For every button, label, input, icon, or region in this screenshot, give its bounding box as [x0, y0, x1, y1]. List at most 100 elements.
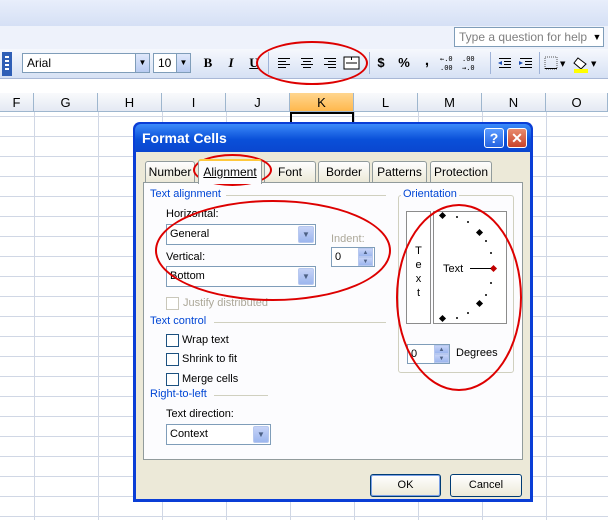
dial-dot [467, 221, 469, 223]
fill-color-icon[interactable]: ▼ [573, 57, 597, 73]
close-button[interactable]: ✕ [507, 128, 527, 148]
align-center-icon[interactable] [301, 58, 313, 68]
title-strip [0, 0, 608, 26]
column-header-f[interactable]: F [0, 93, 34, 112]
column-header-k[interactable]: K [290, 93, 354, 112]
alignment-buttons [278, 56, 360, 70]
orientation-group-label: Orientation [401, 188, 459, 200]
justify-distributed-checkbox[interactable] [166, 297, 179, 310]
formula-bar-gap [0, 79, 608, 93]
dial-text: Text [443, 263, 464, 275]
dial-dot [467, 312, 469, 314]
help-button[interactable]: ? [484, 128, 504, 148]
toolbar-right-icons: ←.0.00 .00→.0 ▼ ▼ [440, 52, 597, 74]
active-cell-outline [290, 112, 354, 122]
column-header-m[interactable]: M [418, 93, 482, 112]
text-control-group-label: Text control [148, 315, 209, 327]
bold-button[interactable]: B [197, 52, 219, 74]
group-divider [214, 322, 386, 323]
chevron-down-icon[interactable]: ▼ [253, 426, 269, 443]
svg-text:▼: ▼ [591, 60, 597, 68]
italic-button[interactable]: I [220, 52, 242, 74]
font-size-value: 10 [158, 56, 172, 70]
column-header-j[interactable]: J [226, 93, 290, 112]
ok-button[interactable]: OK [370, 474, 441, 497]
svg-text:←.0: ←.0 [440, 55, 453, 63]
text-direction-label: Text direction: [166, 408, 234, 420]
wrap-text-label: Wrap text [182, 334, 229, 346]
dialog-title: Format Cells [135, 124, 531, 152]
merge-center-icon[interactable] [343, 56, 360, 70]
borders-icon[interactable]: ▼ [544, 56, 566, 70]
spin-up-icon[interactable]: ▲ [434, 345, 449, 354]
cancel-button[interactable]: Cancel [450, 474, 522, 497]
vertical-select[interactable]: Bottom [166, 266, 316, 287]
tab-border[interactable]: Border [318, 161, 370, 182]
svg-text:.00: .00 [462, 55, 475, 63]
align-left-icon[interactable] [278, 58, 290, 68]
tab-protection[interactable]: Protection [430, 161, 492, 182]
dial-dot [456, 317, 458, 319]
underline-button[interactable]: U [243, 52, 265, 74]
decrease-decimal-icon[interactable]: .00→.0 [462, 55, 475, 72]
currency-button[interactable]: $ [370, 52, 392, 74]
svg-text:▼: ▼ [560, 60, 566, 68]
vertical-label: Vertical: [166, 251, 206, 263]
svg-text:→.0: →.0 [462, 64, 475, 72]
font-name-combo[interactable]: Arial [22, 53, 150, 73]
degrees-label: Degrees [456, 347, 498, 359]
right-to-left-group-label: Right-to-left [148, 388, 209, 400]
indent-value: 0 [335, 251, 342, 263]
horizontal-select[interactable]: General [166, 224, 316, 245]
wrap-text-checkbox[interactable] [166, 334, 179, 347]
comma-style-button[interactable]: , [416, 50, 438, 72]
chevron-down-icon[interactable]: ▼ [298, 268, 314, 285]
tab-alignment-label: Alignment [203, 165, 257, 179]
column-header-o[interactable]: O [546, 93, 608, 112]
merge-cells-label: Merge cells [182, 373, 239, 385]
merge-cells-checkbox[interactable] [166, 373, 179, 386]
horizontal-label: Horizontal: [166, 208, 219, 220]
text-direction-value: Context [170, 428, 208, 440]
align-right-icon[interactable] [324, 58, 336, 68]
group-divider [226, 195, 386, 196]
shrink-to-fit-label: Shrink to fit [182, 353, 238, 365]
horizontal-value: General [170, 228, 210, 240]
column-header-g[interactable]: G [34, 93, 98, 112]
decrease-indent-icon[interactable] [498, 58, 511, 68]
font-name-value: Arial [27, 56, 52, 70]
vertical-value: Bottom [170, 270, 205, 282]
spin-up-icon[interactable]: ▲ [358, 248, 373, 257]
vertical-text-box[interactable]: T e x t [406, 211, 431, 324]
dial-dot [485, 294, 487, 296]
percent-button[interactable]: % [393, 52, 415, 74]
column-header-i[interactable]: I [162, 93, 226, 112]
shrink-to-fit-checkbox[interactable] [166, 353, 179, 366]
increase-decimal-icon[interactable]: ←.0.00 [440, 55, 453, 72]
text-alignment-group-label: Text alignment [148, 188, 223, 200]
tab-font[interactable]: Font [264, 161, 316, 182]
column-header-l[interactable]: L [354, 93, 418, 112]
chevron-down-icon[interactable]: ▼ [135, 54, 149, 72]
degrees-value: 0 [411, 348, 418, 360]
dial-dot [490, 252, 492, 254]
group-divider [214, 395, 268, 396]
tab-patterns[interactable]: Patterns [372, 161, 427, 182]
spin-down-icon[interactable]: ▼ [434, 354, 449, 363]
vertical-text-letter: T [415, 245, 422, 257]
help-dropdown-icon[interactable]: ▼ [590, 27, 604, 47]
tab-number[interactable]: Number [145, 161, 195, 182]
column-header-n[interactable]: N [482, 93, 546, 112]
vertical-text-letter: x [415, 273, 422, 285]
spin-down-icon[interactable]: ▼ [358, 257, 373, 266]
toolbar-separator [268, 52, 269, 74]
chevron-down-icon[interactable]: ▼ [298, 226, 314, 243]
dial-dot [456, 216, 458, 218]
help-question-box[interactable]: Type a question for help [454, 27, 604, 47]
increase-indent-icon[interactable] [519, 58, 532, 68]
chevron-down-icon[interactable]: ▼ [176, 54, 190, 72]
column-header-h[interactable]: H [98, 93, 162, 112]
dial-dot [485, 240, 487, 242]
svg-text:.00: .00 [440, 64, 453, 72]
tab-alignment[interactable]: Alignment [198, 159, 262, 184]
